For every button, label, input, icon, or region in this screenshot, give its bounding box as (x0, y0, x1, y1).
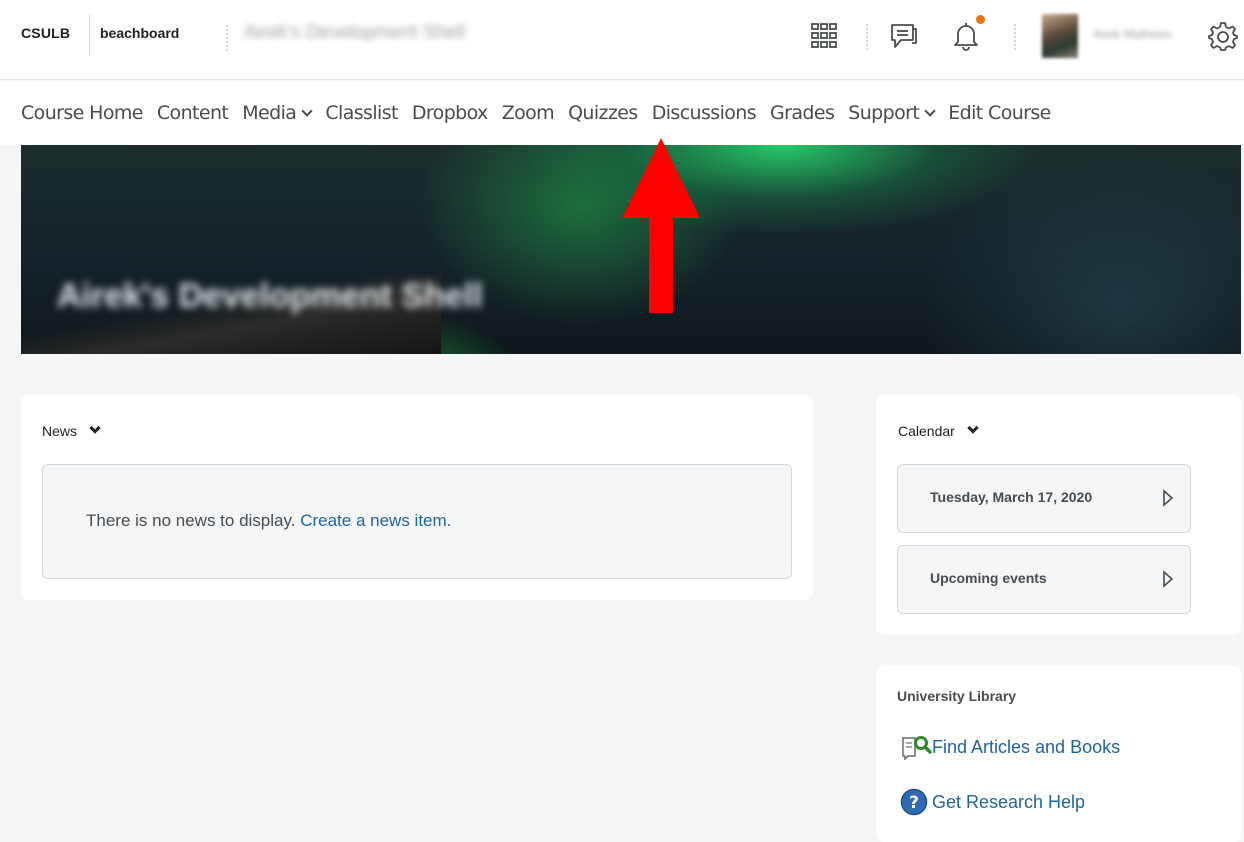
user-name[interactable]: Airek Mathews (1093, 27, 1172, 41)
nav-item-discussions[interactable]: Discussions (652, 102, 757, 124)
upcoming-events-row[interactable]: Upcoming events (897, 545, 1191, 614)
beachboard-logo[interactable]: beachboard (100, 25, 179, 41)
find-articles-link[interactable]: Find Articles and Books (900, 734, 1120, 760)
csulb-logo[interactable]: CSULB (21, 25, 70, 41)
banner-title: Airek's Development Shell (57, 277, 483, 315)
news-heading[interactable]: News (42, 422, 101, 439)
news-empty-box: There is no news to display. Create a ne… (42, 464, 792, 579)
course-selector-button[interactable] (806, 18, 842, 54)
nav-item-zoom[interactable]: Zoom (502, 102, 555, 124)
brand-divider (89, 14, 90, 56)
nav-item-course-home[interactable]: Course Home (21, 102, 143, 124)
nav-item-content[interactable]: Content (157, 102, 229, 124)
search-book-icon (902, 736, 932, 760)
svg-text:?: ? (909, 793, 919, 813)
chevron-down-icon (924, 104, 936, 117)
upcoming-events-label: Upcoming events (930, 570, 1047, 586)
nav-item-quizzes[interactable]: Quizzes (568, 102, 638, 124)
settings-button[interactable] (1205, 18, 1241, 54)
play-triangle-icon (1163, 570, 1174, 588)
research-help-link[interactable]: ? Get Research Help (900, 788, 1085, 816)
chevron-down-icon[interactable] (89, 422, 101, 434)
nav-item-support[interactable]: Support (848, 102, 936, 124)
waffle-icon (811, 23, 837, 48)
divider (866, 24, 868, 50)
nav-item-media[interactable]: Media (242, 102, 314, 124)
chevron-down-icon (301, 104, 314, 117)
gear-icon (1208, 22, 1238, 51)
library-heading: University Library (897, 688, 1017, 704)
top-bar: CSULB beachboard Airek's Development She… (0, 0, 1244, 80)
course-title[interactable]: Airek's Development Shell (244, 22, 465, 44)
message-icon (891, 24, 917, 48)
news-widget: News There is no news to display. Create… (21, 395, 813, 600)
course-navbar: Course Home Content Media Classlist Drop… (0, 81, 1244, 145)
messages-button[interactable] (886, 18, 922, 54)
bell-icon (954, 23, 978, 51)
nav-item-dropbox[interactable]: Dropbox (412, 102, 488, 124)
nav-item-edit-course[interactable]: Edit Course (948, 102, 1051, 124)
divider (226, 25, 228, 51)
create-news-link[interactable]: Create a news item. (300, 511, 451, 530)
nav-item-classlist[interactable]: Classlist (325, 102, 398, 124)
avatar[interactable] (1042, 14, 1078, 58)
calendar-widget: Calendar Tuesday, March 17, 2020 Upcomin… (876, 395, 1241, 635)
annotation-arrow-icon (622, 138, 700, 313)
calendar-date: Tuesday, March 17, 2020 (930, 489, 1093, 505)
notification-badge (976, 15, 985, 24)
calendar-heading[interactable]: Calendar (898, 422, 979, 439)
news-empty-message: There is no news to display. Create a ne… (86, 511, 452, 530)
nav-item-grades[interactable]: Grades (770, 102, 835, 124)
play-triangle-icon (1163, 489, 1174, 507)
help-circle-icon: ? (900, 788, 928, 816)
chevron-down-icon[interactable] (967, 422, 979, 434)
calendar-date-row[interactable]: Tuesday, March 17, 2020 (897, 464, 1191, 533)
divider (1014, 24, 1016, 50)
library-widget: University Library Find Articles and Boo… (876, 666, 1241, 842)
